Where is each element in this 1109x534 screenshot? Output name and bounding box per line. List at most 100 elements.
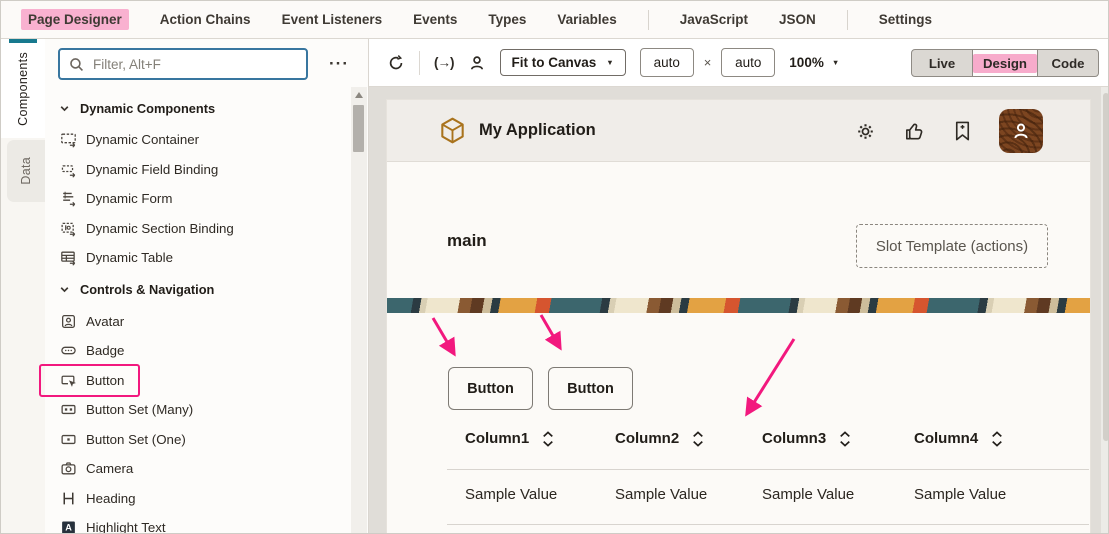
column-header-3[interactable]: Column3: [762, 430, 851, 447]
chevron-down-icon: [59, 284, 70, 295]
mode-live-button[interactable]: Live: [912, 50, 973, 76]
component-list: Dynamic Components Dynamic Container: [45, 91, 351, 534]
column-header-1[interactable]: Column1: [465, 430, 554, 447]
scrollbar-thumb[interactable]: [1103, 93, 1109, 441]
component-item-badge[interactable]: Badge: [45, 336, 351, 366]
component-item-label: Dynamic Form: [86, 191, 172, 206]
rail-tab-data[interactable]: Data: [7, 140, 45, 202]
fit-to-canvas-label: Fit to Canvas: [512, 55, 597, 70]
overflow-menu-icon[interactable]: ···: [321, 49, 357, 79]
refresh-icon[interactable]: [387, 54, 405, 72]
user-mode-icon[interactable]: [468, 54, 486, 72]
section-title: Controls & Navigation: [80, 282, 214, 297]
component-item-label: Button: [86, 373, 124, 388]
component-item-label: Badge: [86, 343, 124, 358]
thumbs-up-icon[interactable]: [903, 120, 926, 143]
component-item-dynamic-container[interactable]: Dynamic Container: [45, 125, 351, 155]
component-item-camera[interactable]: Camera: [45, 454, 351, 484]
zoom-dropdown[interactable]: 100% ▼: [789, 55, 839, 70]
component-item-heading[interactable]: Heading: [45, 484, 351, 514]
tab-event-listeners[interactable]: Event Listeners: [282, 12, 383, 27]
tab-page-designer[interactable]: Page Designer: [21, 12, 129, 27]
table-divider: [447, 524, 1089, 525]
panel-scrollbar[interactable]: [351, 87, 367, 534]
component-item-label: Dynamic Section Binding: [86, 221, 234, 236]
filter-input[interactable]: [93, 57, 298, 72]
chevron-down-icon: [59, 103, 70, 114]
rail-tab-data-label: Data: [19, 157, 33, 185]
preview-button-2[interactable]: Button: [548, 367, 633, 410]
component-item-button-set-many[interactable]: Button Set (Many): [45, 395, 351, 425]
component-item-dynamic-table[interactable]: Dynamic Table: [45, 243, 351, 273]
component-item-label: Camera: [86, 461, 133, 476]
component-item-highlight-text[interactable]: A Highlight Text: [45, 513, 351, 534]
button-icon: [60, 372, 77, 389]
section-dynamic-components[interactable]: Dynamic Components: [45, 91, 351, 125]
dynamic-form-icon: [60, 190, 77, 207]
tab-json[interactable]: JSON: [779, 12, 816, 27]
tab-types[interactable]: Types: [488, 12, 526, 27]
page-designer-window: Page Designer Action Chains Event Listen…: [0, 0, 1109, 534]
column-header-4[interactable]: Column4: [914, 430, 1003, 447]
svg-text:A: A: [65, 523, 72, 533]
bookmark-add-icon[interactable]: [952, 120, 973, 143]
live-expression-icon[interactable]: (→): [434, 55, 454, 70]
component-filter: [58, 48, 308, 80]
user-avatar[interactable]: [999, 109, 1043, 153]
tab-variables[interactable]: Variables: [557, 12, 616, 27]
rail-tab-components[interactable]: Components: [1, 39, 45, 138]
app-header-actions: [854, 100, 1043, 162]
table-cell: Sample Value: [615, 486, 707, 503]
tab-javascript[interactable]: JavaScript: [680, 12, 748, 27]
mode-code-button[interactable]: Code: [1038, 50, 1098, 76]
component-item-label: Dynamic Field Binding: [86, 162, 218, 177]
sort-icon[interactable]: [991, 431, 1003, 447]
canvas-width-input[interactable]: [640, 48, 694, 77]
toolbar-separator: [419, 51, 420, 75]
preview-page: My Application: [386, 99, 1091, 534]
mode-design-button[interactable]: Design: [973, 50, 1038, 76]
canvas-height-input[interactable]: [721, 48, 775, 77]
scroll-up-arrow-icon[interactable]: [355, 92, 363, 98]
component-item-dynamic-section-binding[interactable]: Dynamic Section Binding: [45, 214, 351, 244]
tab-page-designer-label: Page Designer: [21, 9, 129, 30]
component-item-dynamic-form[interactable]: Dynamic Form: [45, 184, 351, 214]
column-label: Column2: [615, 430, 679, 447]
button-set-many-icon: [60, 401, 77, 418]
page-title: main: [447, 231, 487, 251]
component-item-button-set-one[interactable]: Button Set (One): [45, 425, 351, 455]
component-item-button[interactable]: Button: [45, 366, 351, 396]
canvas-toolbar: (→) Fit to Canvas ▼ × 100% ▼ Live Design: [369, 39, 1109, 87]
canvas-scrollbar[interactable]: [1101, 87, 1109, 534]
app-logo-cube-icon: [439, 117, 466, 144]
tab-action-chains[interactable]: Action Chains: [160, 12, 251, 27]
preview-button-1[interactable]: Button: [448, 367, 533, 410]
table-cell: Sample Value: [914, 486, 1006, 503]
tab-settings[interactable]: Settings: [879, 12, 932, 27]
multiply-glyph: ×: [704, 55, 712, 70]
tab-events[interactable]: Events: [413, 12, 457, 27]
sort-icon[interactable]: [542, 431, 554, 447]
sort-icon[interactable]: [692, 431, 704, 447]
column-header-2[interactable]: Column2: [615, 430, 704, 447]
slot-template-placeholder[interactable]: Slot Template (actions): [856, 224, 1048, 268]
component-item-dynamic-field-binding[interactable]: Dynamic Field Binding: [45, 155, 351, 185]
section-title: Dynamic Components: [80, 101, 215, 116]
table-cell: Sample Value: [465, 486, 557, 503]
rail-tab-components-label: Components: [16, 52, 30, 126]
fit-to-canvas-dropdown[interactable]: Fit to Canvas ▼: [500, 49, 626, 76]
app-title: My Application: [479, 121, 596, 140]
decorative-banner-image: [387, 298, 1090, 313]
component-item-avatar[interactable]: Avatar: [45, 307, 351, 337]
scrollbar-thumb[interactable]: [353, 105, 364, 152]
component-item-label: Highlight Text: [86, 520, 166, 534]
gear-icon[interactable]: [854, 120, 877, 143]
sort-icon[interactable]: [839, 431, 851, 447]
component-item-label: Dynamic Table: [86, 250, 173, 265]
dynamic-field-binding-icon: [60, 161, 77, 178]
zoom-value: 100%: [789, 55, 824, 70]
tab-separator: [648, 10, 649, 30]
section-controls-navigation[interactable]: Controls & Navigation: [45, 273, 351, 307]
mode-design-label: Design: [973, 54, 1037, 73]
design-canvas-area: (→) Fit to Canvas ▼ × 100% ▼ Live Design: [369, 39, 1109, 534]
